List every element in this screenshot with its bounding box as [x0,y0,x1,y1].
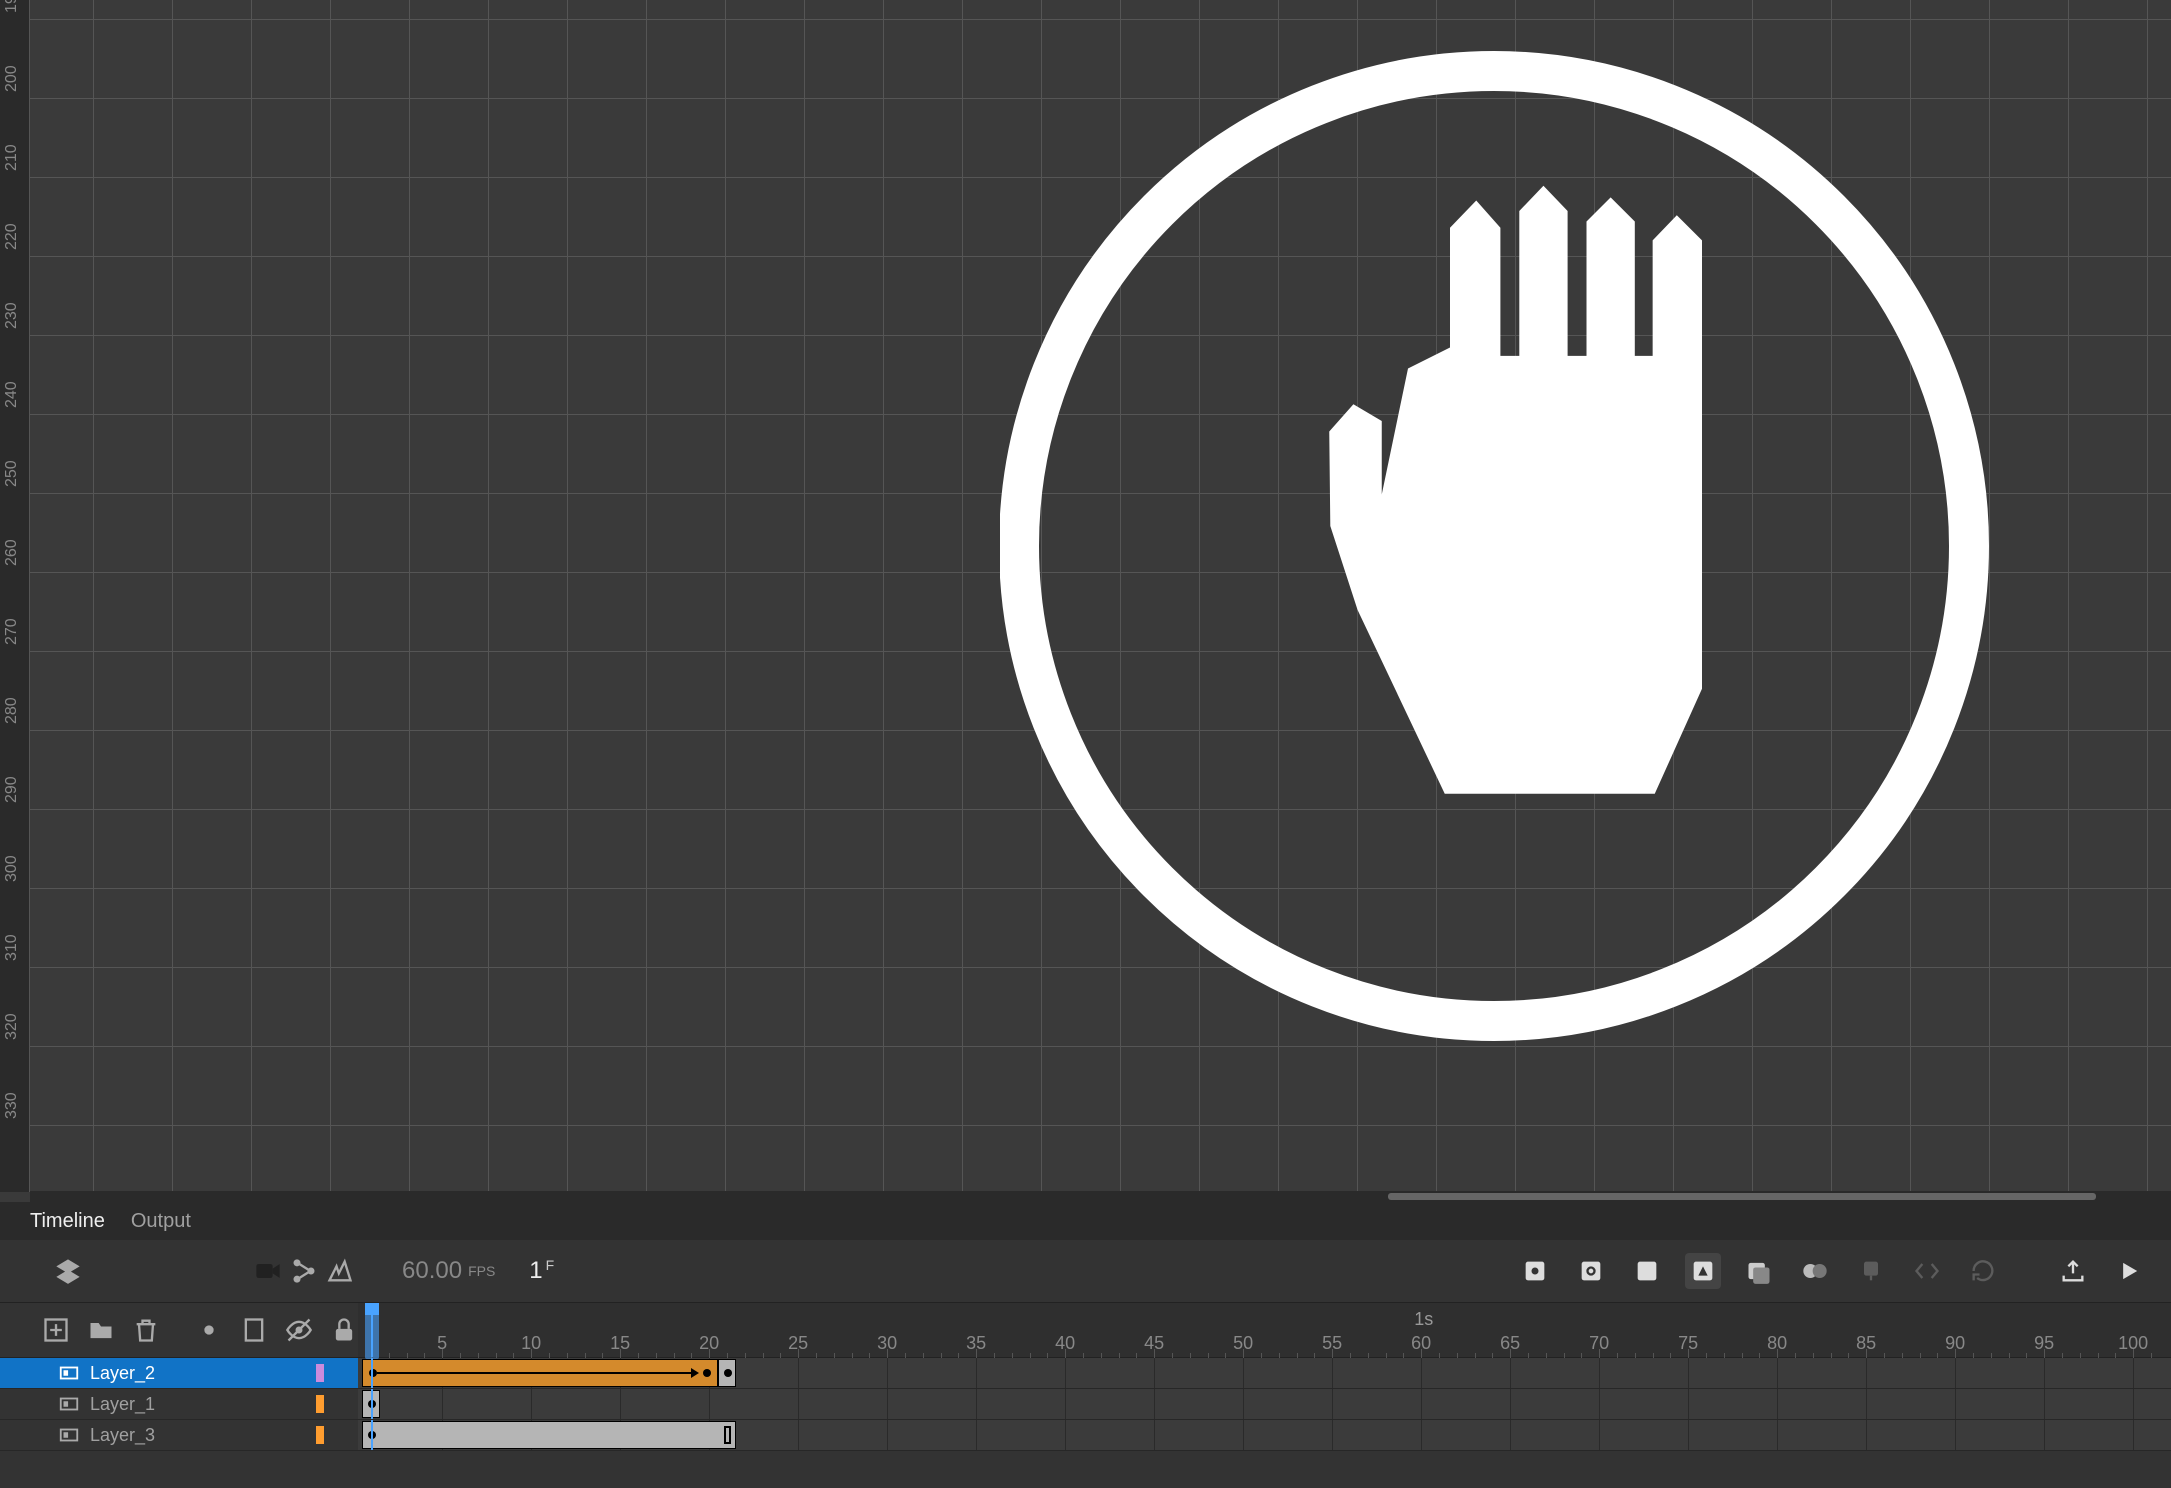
current-frame-value[interactable]: 1 [529,1257,542,1285]
ruler-tick: 310 [3,908,27,987]
timeline-panel: Timeline Output 60.00 FPS 1 F [0,1202,2171,1488]
tab-output[interactable]: Output [131,1210,191,1233]
layer-color-swatch[interactable] [316,1426,324,1444]
play-button[interactable] [2111,1253,2147,1289]
layer-toggles[interactable] [282,1358,358,1388]
canvas-area[interactable]: 1902002102202302402502602702802903003103… [0,0,2171,1202]
insert-blank-keyframe-button[interactable] [1573,1253,1609,1289]
ruler-tick: 230 [3,276,27,355]
ruler-tick: 190 [3,0,27,39]
edit-multiple-frames-button[interactable] [1797,1253,1833,1289]
layer-color-swatch[interactable] [316,1395,324,1413]
lock-toggle[interactable] [330,1312,358,1348]
ruler-tick: 250 [3,434,27,513]
auto-keyframe-button[interactable] [1685,1253,1721,1289]
panel-tabs: Timeline Output [0,1202,2171,1240]
layer-depth-button[interactable] [322,1253,358,1289]
keyframe-span[interactable] [362,1421,736,1449]
highlight-layers-toggle[interactable] [195,1312,223,1348]
new-folder-button[interactable] [87,1312,115,1348]
delete-layer-button[interactable] [132,1312,160,1348]
layer-name-label: Layer_1 [90,1394,155,1415]
layer-row[interactable]: Layer_3 [0,1420,2171,1451]
current-frame-label: F [546,1257,555,1273]
ruler-tick: 320 [3,987,27,1066]
layer-row[interactable]: Layer_1 [0,1389,2171,1420]
layer-type-icon [58,1362,80,1384]
layer-name-label: Layer_3 [90,1425,155,1446]
canvas-horizontal-scrollbar[interactable] [30,1191,2171,1202]
ruler-tick: 300 [3,829,27,908]
outline-layers-toggle[interactable] [240,1312,268,1348]
second-marker: 1s [1414,1309,1433,1330]
ruler-tick: 200 [3,39,27,118]
visibility-toggle[interactable] [285,1312,313,1348]
loop-button[interactable] [1965,1253,2001,1289]
layer-info[interactable]: Layer_3 [0,1420,282,1450]
ruler-tick: 330 [3,1066,27,1145]
ruler-tick: 210 [3,118,27,197]
layer-track[interactable] [358,1389,2171,1419]
layer-toggles[interactable] [282,1389,358,1419]
ruler-tick: 280 [3,671,27,750]
ruler-tick: 290 [3,750,27,829]
keyframe-span[interactable] [718,1359,736,1387]
ruler-tick: 220 [3,197,27,276]
playhead[interactable] [371,1303,373,1357]
camera-button[interactable] [250,1253,286,1289]
layer-info[interactable]: Layer_2 [0,1358,282,1388]
layer-parenting-button[interactable] [286,1253,322,1289]
fps-value[interactable]: 60.00 [402,1257,462,1285]
insert-keyframe-button[interactable] [1517,1253,1553,1289]
canvas-horizontal-scroll-thumb[interactable] [1388,1193,2096,1200]
layer-type-icon [58,1424,80,1446]
layer-toggles[interactable] [282,1420,358,1450]
marker-button[interactable] [1853,1253,1889,1289]
insert-frame-button[interactable] [1629,1253,1665,1289]
layer-type-icon [58,1393,80,1415]
export-button[interactable] [2055,1253,2091,1289]
tab-timeline[interactable]: Timeline [30,1210,105,1233]
tween-span[interactable] [362,1359,718,1387]
onion-skin-button[interactable] [1741,1253,1777,1289]
layers-icon[interactable] [50,1253,86,1289]
frame-ruler[interactable]: 5101520253035404550556065707580859095100… [358,1303,2171,1357]
layer-info[interactable]: Layer_1 [0,1389,282,1419]
layer-track[interactable] [358,1420,2171,1450]
vertical-ruler[interactable]: 1902002102202302402502602702802903003103… [0,0,30,1192]
scripts-button[interactable] [1909,1253,1945,1289]
new-layer-button[interactable] [42,1312,70,1348]
ruler-tick: 260 [3,513,27,592]
layer-row[interactable]: Layer_2 [0,1358,2171,1389]
layer-color-swatch[interactable] [316,1364,324,1382]
layer-track[interactable] [358,1358,2171,1388]
ruler-tick: 240 [3,355,27,434]
layer-name-label: Layer_2 [90,1363,155,1384]
canvas-grid[interactable] [30,0,2171,1192]
fps-label: FPS [468,1263,495,1279]
ruler-tick: 270 [3,592,27,671]
